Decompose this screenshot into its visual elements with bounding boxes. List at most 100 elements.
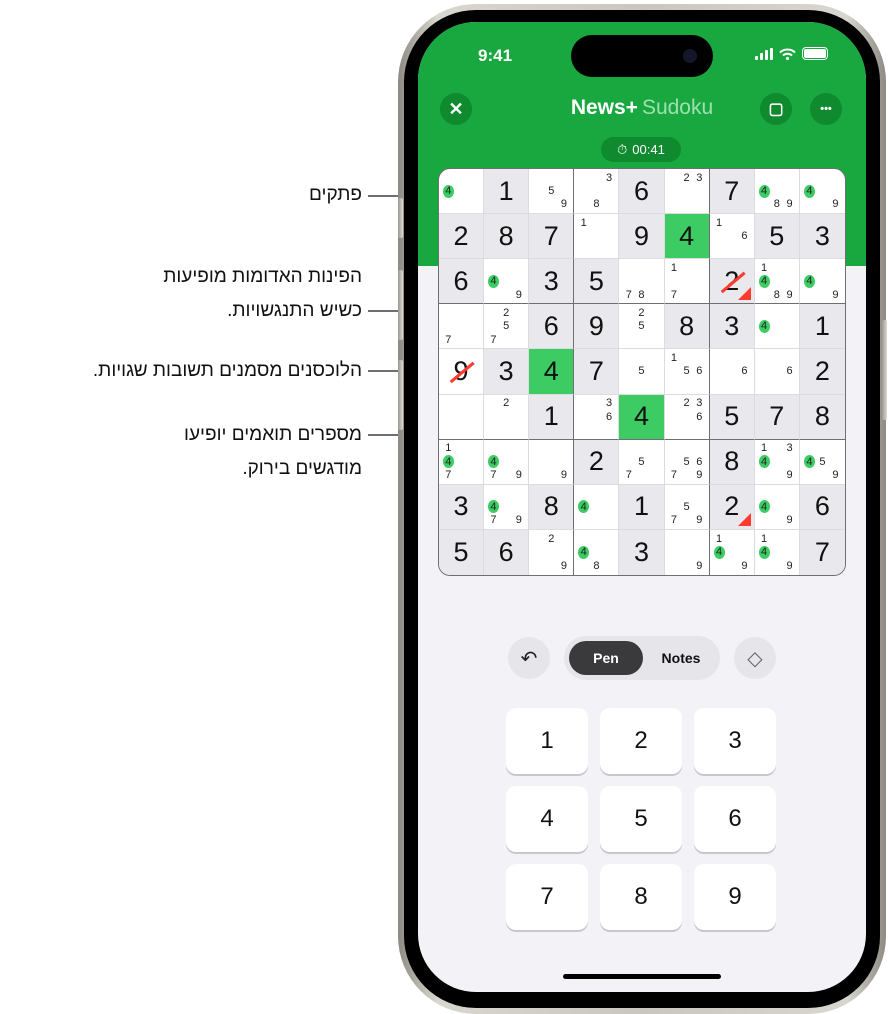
sudoku-cell[interactable]: 6 [619, 169, 665, 215]
erase-button[interactable]: ◇ [734, 637, 776, 679]
sudoku-cell[interactable]: 8 [664, 304, 710, 350]
sudoku-cell[interactable]: 4 [754, 304, 800, 350]
sudoku-cell[interactable]: 23 [664, 169, 710, 215]
sudoku-cell[interactable]: 25 [619, 304, 665, 350]
sudoku-cell[interactable]: 4 [439, 169, 485, 215]
sudoku-cell[interactable]: 56 7 9 [664, 439, 710, 485]
sudoku-cell[interactable]: 6 [754, 349, 800, 395]
sudoku-cell[interactable]: 4 [529, 349, 575, 395]
more-button[interactable]: ••• [810, 93, 842, 125]
sudoku-cell[interactable]: 1 [799, 304, 845, 350]
sudoku-cell[interactable]: 1 [484, 169, 530, 215]
sudoku-cell[interactable]: 38 [574, 169, 620, 215]
sudoku-cell[interactable]: 4 [574, 484, 620, 530]
sudoku-cell[interactable]: 29 [529, 529, 575, 575]
sudoku-cell[interactable] [439, 394, 485, 440]
sudoku-cell[interactable]: 6 [709, 349, 755, 395]
sudoku-cell[interactable]: 9 [439, 349, 485, 395]
cell-notes: 2 [487, 397, 525, 437]
key-1[interactable]: 1 [506, 708, 588, 774]
sudoku-cell[interactable]: 1 [574, 214, 620, 260]
key-4[interactable]: 4 [506, 786, 588, 852]
sudoku-cell[interactable]: 2 [439, 214, 485, 260]
key-8[interactable]: 8 [600, 864, 682, 930]
sudoku-cell[interactable]: 4 [619, 394, 665, 440]
key-5[interactable]: 5 [600, 786, 682, 852]
sudoku-cell[interactable]: 2 [574, 439, 620, 485]
key-7[interactable]: 7 [506, 864, 588, 930]
sudoku-cell[interactable]: 59 [529, 169, 575, 215]
sudoku-cell[interactable]: 156 [664, 349, 710, 395]
sudoku-cell[interactable]: 9 [665, 529, 710, 575]
sudoku-cell[interactable]: 5 [709, 394, 755, 440]
sudoku-cell[interactable]: 1489 [754, 259, 800, 305]
sudoku-cell[interactable]: 7 [754, 394, 800, 440]
key-9[interactable]: 9 [694, 864, 776, 930]
sudoku-cell[interactable]: 236 [664, 394, 710, 440]
sudoku-cell[interactable]: 48 [574, 529, 620, 575]
sudoku-cell[interactable]: 6 [439, 259, 485, 305]
sudoku-cell[interactable]: 14 9 [710, 529, 755, 575]
sudoku-cell[interactable]: 2 [709, 484, 755, 530]
pen-mode-button[interactable]: Pen [569, 641, 643, 675]
timer[interactable]: ⏱ 00:41 [601, 137, 681, 162]
sudoku-cell[interactable]: 7 [529, 214, 575, 260]
sudoku-cell[interactable]: 8 [709, 439, 755, 485]
sudoku-cell[interactable]: 489 [754, 169, 800, 215]
sudoku-cell[interactable]: 36 [574, 394, 620, 440]
sudoku-cell[interactable]: 1 3 4 9 [754, 439, 800, 485]
sudoku-cell[interactable]: 9 [529, 439, 575, 485]
sudoku-cell[interactable]: 5 [754, 214, 800, 260]
sudoku-cell[interactable]: 4 [664, 214, 710, 260]
key-2[interactable]: 2 [600, 708, 682, 774]
sudoku-cell[interactable]: 3 [484, 349, 530, 395]
sudoku-cell[interactable]: 49 [799, 259, 845, 305]
sudoku-cell[interactable]: 459 [799, 440, 845, 485]
home-indicator[interactable] [563, 974, 721, 979]
sudoku-cell[interactable]: 7 [574, 349, 620, 395]
sudoku-cell[interactable]: 2 [709, 259, 755, 305]
sudoku-cell[interactable]: 78 [619, 259, 665, 305]
sudoku-cell[interactable]: 9 [574, 304, 620, 350]
sudoku-cell[interactable]: 147 [439, 439, 485, 485]
sudoku-cell[interactable]: 8 [484, 214, 530, 260]
key-3[interactable]: 3 [694, 708, 776, 774]
sudoku-cell[interactable]: 57 9 [664, 484, 710, 530]
sudoku-cell[interactable]: 2 [484, 394, 530, 440]
sudoku-cell[interactable]: 8 [799, 394, 845, 440]
sudoku-cell[interactable]: 3 [529, 259, 575, 305]
sudoku-cell[interactable]: 14 9 [755, 529, 800, 575]
sudoku-cell[interactable]: 3 [619, 529, 665, 575]
notes-mode-button[interactable]: Notes [644, 641, 718, 675]
sudoku-cell[interactable]: 7 [709, 169, 755, 215]
key-6[interactable]: 6 [694, 786, 776, 852]
sudoku-cell[interactable]: 1 [529, 394, 575, 440]
sudoku-cell[interactable]: 47 9 [484, 439, 530, 485]
note-digit: 3 [786, 442, 793, 455]
sudoku-cell[interactable]: 2 [799, 349, 845, 395]
sudoku-cell[interactable]: 1 [619, 484, 665, 530]
sudoku-cell[interactable]: 7 [799, 529, 845, 575]
sudoku-cell[interactable]: 5 [439, 529, 485, 575]
check-puzzle-button[interactable]: ▢ [760, 93, 792, 125]
sudoku-cell[interactable]: 5 [619, 349, 665, 395]
sudoku-cell[interactable]: 8 [529, 484, 575, 530]
sudoku-cell[interactable]: 6 [484, 529, 530, 575]
sudoku-cell[interactable]: 6 [529, 304, 575, 350]
sudoku-cell[interactable]: 49 [799, 169, 845, 215]
sudoku-cell[interactable]: 3 [799, 214, 845, 260]
sudoku-cell[interactable]: 47 9 [484, 484, 530, 530]
sudoku-cell[interactable]: 5 [574, 259, 620, 305]
sudoku-cell[interactable]: 49 [484, 259, 530, 305]
sudoku-cell[interactable]: 7 [439, 304, 485, 350]
sudoku-cell[interactable]: 257 [484, 304, 530, 350]
sudoku-cell[interactable]: 57 [619, 439, 665, 485]
sudoku-cell[interactable]: 49 [754, 484, 800, 530]
sudoku-cell[interactable]: 3 [709, 304, 755, 350]
sudoku-cell[interactable]: 3 [439, 484, 485, 530]
sudoku-cell[interactable]: 16 [709, 214, 755, 260]
sudoku-cell[interactable]: 17 [664, 259, 710, 305]
sudoku-cell[interactable]: 6 [799, 484, 845, 530]
sudoku-cell[interactable]: 9 [619, 214, 665, 260]
undo-button[interactable]: ↶ [508, 637, 550, 679]
